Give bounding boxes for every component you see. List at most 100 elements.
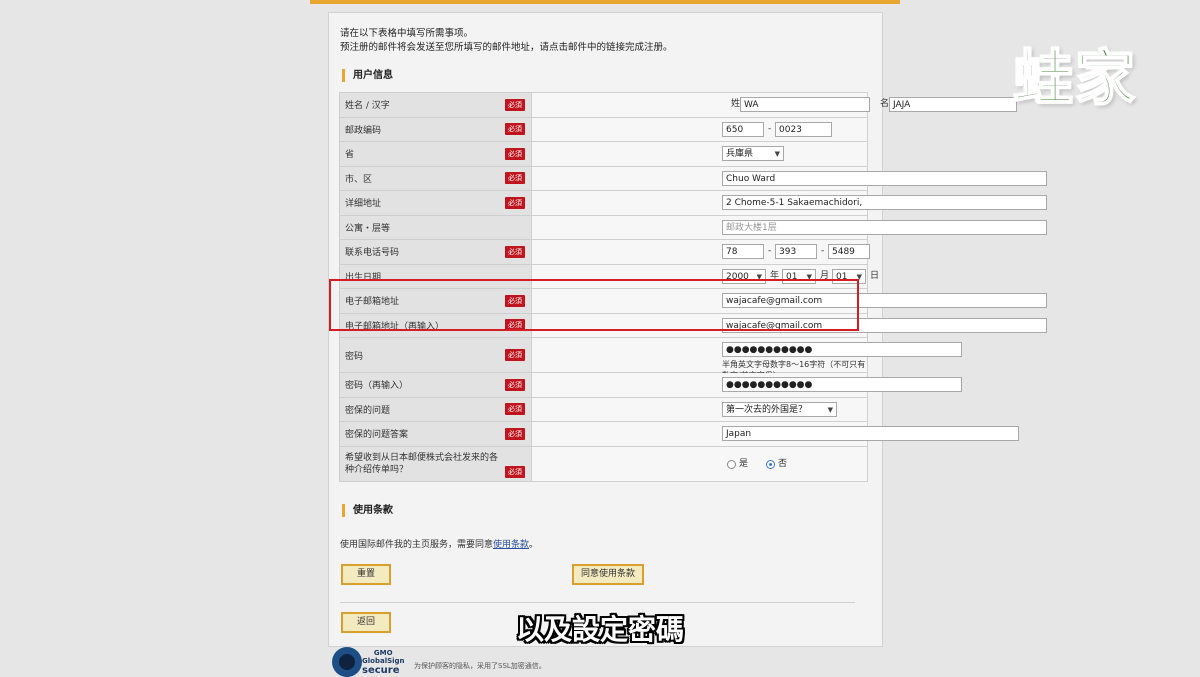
row-password: 密码必須 ●●●●●●●●●●● 半角英文字母数字8～16字符（不可只有数字/英… <box>339 337 962 380</box>
required-badge: 必須 <box>505 245 525 258</box>
row-security-question: 密保的问题 必須 第一次去的外国是？ ▼ <box>339 396 868 422</box>
video-subtitle: 以及設定密碼 <box>515 613 684 646</box>
label-phone: 联系电话号码 <box>345 248 400 259</box>
label-password: 密码 <box>345 351 364 362</box>
section-title-terms: 使用条款 <box>342 504 393 517</box>
newsletter-no-label: 否 <box>778 458 788 469</box>
chevron-down-icon: ▼ <box>806 272 812 281</box>
day-unit: 日 <box>870 270 880 281</box>
phone-part3[interactable]: 5489 <box>828 244 870 259</box>
terms-text: 使用国际邮件我的主页服务，需要同意使用条款。 <box>340 537 538 550</box>
city-input[interactable]: Chuo Ward <box>722 170 1047 186</box>
label-newsletter-line2: 种介绍传单吗？ <box>345 464 409 475</box>
newsletter-yes-label: 是 <box>739 458 749 469</box>
required-badge: 必須 <box>505 294 525 307</box>
last-name-input[interactable]: WA <box>740 97 870 112</box>
required-badge: 必須 <box>505 172 525 185</box>
required-badge: 必須 <box>505 427 525 440</box>
postal-code-part2[interactable]: 0023 <box>775 121 832 137</box>
row-name: 姓名 / 汉字 必須 姓 WA 名 JAJA <box>339 92 1017 118</box>
phone-part1[interactable]: 78 <box>722 244 764 259</box>
row-password-confirm: 密码（再输入） 必須 ●●●●●●●●●●● <box>339 372 962 398</box>
last-name-prefix: 姓 <box>731 99 741 109</box>
label-name: 姓名 / 汉字 <box>345 101 390 112</box>
terms-text-suffix: 。 <box>529 540 539 550</box>
birth-day-value: 01 <box>836 271 848 282</box>
row-city: 市、区 必須 Chuo Ward <box>339 165 1047 191</box>
required-badge: 必須 <box>505 123 525 136</box>
phone-separator-2: - <box>821 246 825 256</box>
chevron-down-icon: ▼ <box>827 405 833 414</box>
address-input[interactable]: 2 Chome-5-1 Sakaemachidori, <box>722 195 1047 210</box>
security-answer-input[interactable]: Japan <box>722 426 1019 441</box>
label-apartment: 公寓・层等 <box>345 223 391 234</box>
apartment-input[interactable]: 邮政大楼1层 <box>722 219 1047 235</box>
required-badge: 必須 <box>505 98 525 111</box>
agree-terms-button[interactable]: 同意使用条款 <box>572 564 644 585</box>
row-birth: 出生日期 2000 ▼ 年 01 ▼ 月 01 ▼ 日 <box>339 263 879 289</box>
required-badge: 必須 <box>505 147 525 160</box>
row-phone: 联系电话号码 必須 78 - 393 - 5489 <box>339 239 870 265</box>
chevron-down-icon: ▼ <box>756 272 762 281</box>
birth-month-select[interactable]: 01 ▼ <box>782 268 816 284</box>
required-badge: 必須 <box>505 378 525 391</box>
first-name-input[interactable]: JAJA <box>889 97 1017 112</box>
newsletter-yes-radio[interactable] <box>727 459 736 469</box>
postal-separator: - <box>768 123 772 134</box>
required-badge: 必須 <box>505 196 525 209</box>
password-input[interactable]: ●●●●●●●●●●● <box>722 342 962 357</box>
email-confirm-input[interactable]: wajacafe@gmail.com <box>722 317 1047 333</box>
first-name-prefix: 名 <box>880 99 890 109</box>
chevron-down-icon: ▼ <box>774 150 780 158</box>
badge-secure-text: secure <box>362 665 400 676</box>
section-title-user-info: 用户信息 <box>342 69 393 82</box>
intro-line-1: 请在以下表格中填写所需事项。 <box>340 28 474 39</box>
channel-logo: 蛙家 <box>1012 43 1137 115</box>
row-newsletter: 希望收到从日本邮便株式会社发来的各 种介绍传单吗？ 必須 是 否 <box>339 445 868 482</box>
birth-month-value: 01 <box>786 271 798 282</box>
phone-separator-1: - <box>768 246 772 256</box>
month-unit: 月 <box>820 270 830 281</box>
divider <box>340 602 855 603</box>
ssl-notice: 为保护顾客的隐私，采用了SSL加密通信。 <box>414 662 546 670</box>
label-city: 市、区 <box>345 174 373 185</box>
user-info-table: 姓名 / 汉字 必須 姓 WA 名 JAJA 邮政编码 必須 650 - 0023 … <box>339 92 1047 482</box>
label-email-confirm: 电子邮箱地址（再输入） <box>345 321 445 332</box>
row-address: 详细地址 必須 2 Chome-5-1 Sakaemachidori, <box>339 190 1047 216</box>
newsletter-no-radio[interactable] <box>766 459 775 469</box>
year-unit: 年 <box>770 270 780 281</box>
label-email: 电子邮箱地址 <box>345 297 400 308</box>
phone-part2[interactable]: 393 <box>775 244 817 259</box>
email-input[interactable]: wajacafe@gmail.com <box>722 293 1047 308</box>
label-address: 详细地址 <box>345 199 382 210</box>
label-postal: 邮政编码 <box>345 125 382 136</box>
postal-code-part1[interactable]: 650 <box>722 121 764 137</box>
reset-button[interactable]: 重置 <box>341 564 391 585</box>
top-accent-bar <box>310 0 900 4</box>
label-password-confirm: 密码（再输入） <box>345 381 409 392</box>
intro-text: 请在以下表格中填写所需事项。 预注册的邮件将会发送至您所填写的邮件地址，请点击邮… <box>340 27 673 55</box>
birth-day-select[interactable]: 01 ▼ <box>832 268 866 284</box>
row-email-confirm: 电子邮箱地址（再输入） 必須 wajacafe@gmail.com <box>339 312 1047 338</box>
prefecture-value: 兵庫県 <box>726 149 754 159</box>
birth-year-value: 2000 <box>726 271 749 282</box>
terms-text-body: 使用国际邮件我的主页服务，需要同意 <box>340 540 494 550</box>
birth-year-select[interactable]: 2000 ▼ <box>722 268 766 284</box>
label-prefecture: 省 <box>345 150 355 161</box>
security-question-select[interactable]: 第一次去的外国是？ ▼ <box>722 401 837 417</box>
security-question-value: 第一次去的外国是？ <box>726 404 808 415</box>
required-badge: 必須 <box>505 349 525 361</box>
label-security-answer: 密保的问题答案 <box>345 430 409 441</box>
required-badge: 必須 <box>505 319 525 332</box>
required-badge: 必須 <box>505 403 525 416</box>
prefecture-select[interactable]: 兵庫県 ▼ <box>722 146 784 161</box>
row-email: 电子邮箱地址 必須 wajacafe@gmail.com <box>339 288 1047 314</box>
row-postal: 邮政编码 必須 650 - 0023 <box>339 116 868 142</box>
password-confirm-input[interactable]: ●●●●●●●●●●● <box>722 377 962 392</box>
globalsign-badge-text: GMO GlobalSign <box>362 649 405 665</box>
globalsign-seal-icon <box>332 647 362 677</box>
label-birth: 出生日期 <box>345 272 382 283</box>
terms-link[interactable]: 使用条款 <box>493 540 529 550</box>
badge-line-1: GMO <box>373 649 393 657</box>
label-security-question: 密保的问题 <box>345 405 391 416</box>
